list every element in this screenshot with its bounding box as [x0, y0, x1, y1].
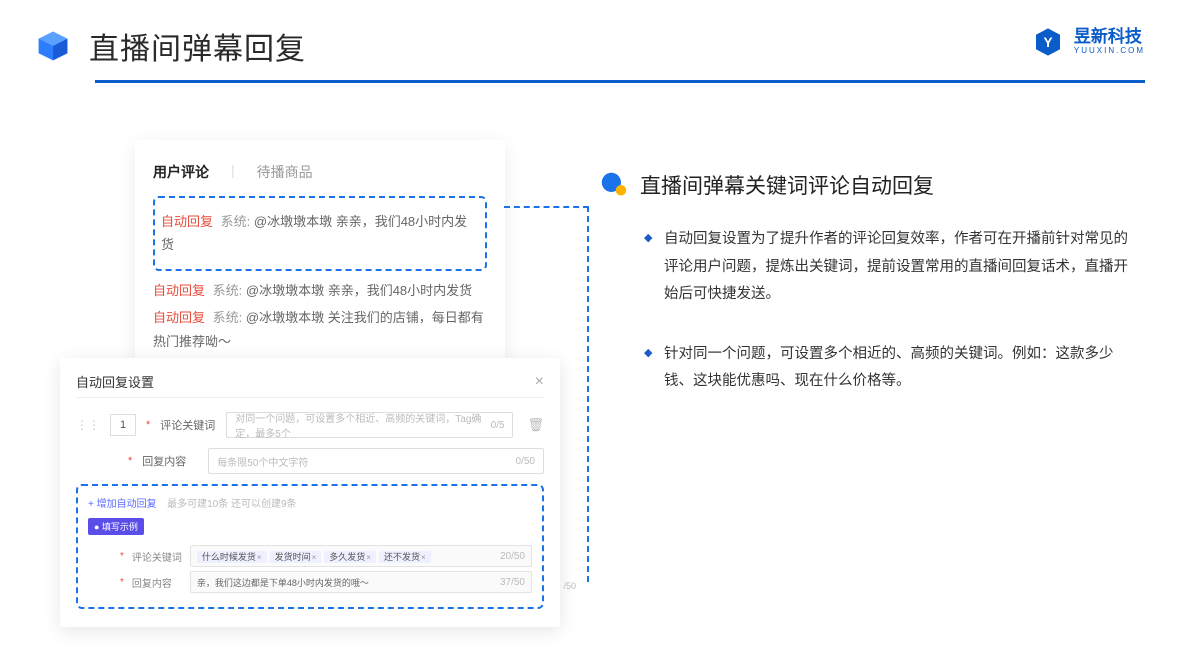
keyword-row: ⋮⋮ 1 * 评论关键词 对同一个问题，可设置多个相近、高频的关键词，Tag确定…: [76, 412, 544, 438]
content-counter: 0/50: [516, 456, 535, 467]
example-highlight-box: + 增加自动回复 最多可建10条 还可以创建9条 ● 填写示例 * 评论关键词 …: [76, 484, 544, 609]
add-auto-reply-link[interactable]: + 增加自动回复: [88, 499, 157, 510]
auto-reply-settings-card: 自动回复设置 × ⋮⋮ 1 * 评论关键词 对同一个问题，可设置多个相近、高频的…: [60, 358, 560, 627]
tab-divider: |: [231, 162, 235, 182]
keyword-counter: 0/5: [491, 420, 505, 431]
auto-reply-tag: 自动回复: [153, 310, 205, 325]
tab-user-comments[interactable]: 用户评论: [153, 162, 209, 182]
example-badge: ● 填写示例: [88, 518, 144, 535]
example-content-input[interactable]: 亲，我们这边都是下单48小时内发货的哦～ 37/50: [190, 571, 532, 593]
system-tag: 系统:: [213, 310, 243, 325]
required-star: *: [120, 551, 124, 562]
example-content-label: 回复内容: [132, 575, 182, 590]
chat-bubble-icon: [600, 171, 628, 199]
brand-name-text: 昱新科技: [1074, 28, 1145, 47]
required-star: *: [128, 455, 132, 467]
tag-chip[interactable]: 发货时间×: [270, 551, 322, 563]
required-star: *: [146, 419, 150, 431]
auto-reply-tag: 自动回复: [161, 214, 213, 229]
section-title: 直播间弹幕关键词评论自动回复: [640, 170, 934, 200]
system-tag: 系统:: [221, 214, 251, 229]
page-title: 直播间弹幕回复: [89, 24, 306, 68]
settings-title: 自动回复设置: [76, 372, 154, 391]
add-hint-text: 最多可建10条 还可以创建9条: [167, 499, 296, 510]
close-icon[interactable]: ×: [535, 373, 544, 391]
svg-text:Y: Y: [1043, 35, 1052, 50]
keyword-label: 评论关键词: [160, 417, 216, 433]
delete-icon[interactable]: 🗑: [527, 417, 544, 433]
comments-card: 用户评论 | 待播商品 自动回复 系统: @冰墩墩本墩 亲亲，我们48小时内发货…: [135, 140, 505, 375]
bullet-2: 针对同一个问题，可设置多个相近的、高频的关键词。例如：这款多少钱、这块能优惠吗、…: [644, 341, 1140, 396]
tag-chip[interactable]: 多久发货×: [324, 551, 376, 563]
tag-chip[interactable]: 还不发货×: [379, 551, 431, 563]
example-tags: 什么时候发货×发货时间×多久发货×还不发货×: [197, 550, 434, 563]
tab-pending-goods[interactable]: 待播商品: [257, 162, 313, 182]
divider: [76, 397, 544, 398]
example-keyword-input[interactable]: 什么时候发货×发货时间×多久发货×还不发货× 20/50: [190, 545, 532, 567]
auto-reply-tag: 自动回复: [153, 283, 205, 298]
keyword-input[interactable]: 对同一个问题，可设置多个相近、高频的关键词，Tag确定，最多5个 0/5: [226, 412, 513, 438]
header-divider: [95, 80, 1145, 83]
content-input[interactable]: 每条限50个中文字符 0/50: [208, 448, 544, 474]
cube-icon: [35, 28, 71, 64]
example-ct-counter: 37/50: [500, 577, 525, 588]
content-label: 回复内容: [142, 453, 198, 469]
highlighted-comment: 自动回复 系统: @冰墩墩本墩 亲亲，我们48小时内发货: [153, 196, 487, 271]
example-kw-counter: 20/50: [500, 551, 525, 562]
side-counter: /50: [563, 581, 576, 591]
bullet-1: 自动回复设置为了提升作者的评论回复效率，作者可在开播前针对常见的评论用户问题，提…: [644, 226, 1140, 309]
brand-url-text: YUUXIN.COM: [1074, 47, 1145, 56]
example-content-text: 亲，我们这边都是下单48小时内发货的哦～: [197, 576, 369, 589]
keyword-placeholder: 对同一个问题，可设置多个相近、高频的关键词，Tag确定，最多5个: [235, 410, 490, 440]
example-keyword-label: 评论关键词: [132, 549, 182, 564]
system-tag: 系统:: [213, 283, 243, 298]
brand-logo: Y 昱新科技 YUUXIN.COM: [1032, 26, 1145, 58]
row-number: 1: [110, 414, 136, 436]
comment-text-2: @冰墩墩本墩 亲亲，我们48小时内发货: [246, 283, 472, 298]
required-star: *: [120, 577, 124, 588]
drag-handle-icon[interactable]: ⋮⋮: [76, 418, 100, 432]
content-placeholder: 每条限50个中文字符: [217, 454, 308, 469]
content-row: * 回复内容 每条限50个中文字符 0/50: [76, 448, 544, 474]
tag-chip[interactable]: 什么时候发货×: [197, 551, 267, 563]
